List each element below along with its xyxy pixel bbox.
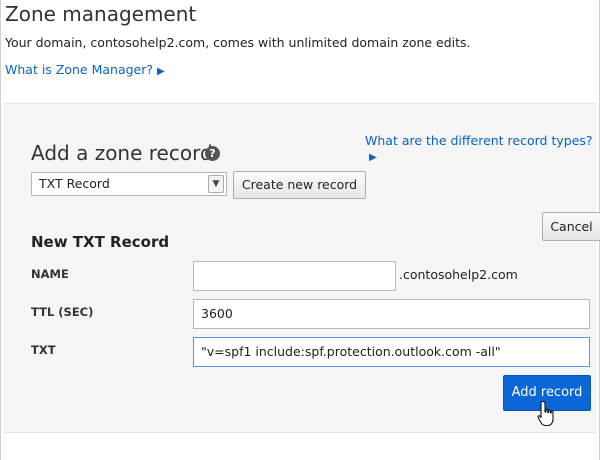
txt-value-input[interactable]: "v=spf1 include:spf.protection.outlook.c… [193, 337, 590, 367]
window-left-border [0, 0, 1, 460]
record-type-select[interactable]: TXT Record ▼ [31, 172, 227, 196]
record-types-link-text[interactable]: What are the different record types? [365, 133, 593, 148]
chevron-down-icon[interactable]: ▼ [208, 175, 224, 193]
ttl-input[interactable]: 3600 [193, 299, 590, 329]
question-circle-icon[interactable]: ? [205, 146, 220, 161]
record-types-link[interactable]: What are the different record types? ▶ [365, 133, 600, 163]
what-is-zone-manager-link[interactable]: What is Zone Manager? ▶ [5, 62, 165, 77]
ttl-label: TTL (SEC) [31, 305, 94, 319]
name-label: NAME [31, 267, 69, 281]
name-input[interactable] [193, 261, 396, 291]
cancel-button[interactable]: Cancel [542, 212, 600, 241]
page-title: Zone management [5, 2, 197, 26]
txt-label: TXT [31, 343, 56, 357]
new-txt-record-title: New TXT Record [31, 233, 170, 251]
create-new-record-button[interactable]: Create new record [233, 171, 366, 199]
zone-manager-link-text[interactable]: What is Zone Manager? [5, 62, 153, 77]
page-subtitle: Your domain, contosohelp2.com, comes wit… [5, 35, 471, 50]
triangle-right-icon: ▶ [157, 66, 165, 77]
record-type-select-value: TXT Record [39, 176, 110, 191]
add-zone-record-title: Add a zone record [31, 141, 213, 165]
triangle-right-icon: ▶ [369, 152, 377, 163]
hand-pointer-cursor-icon [537, 400, 554, 427]
domain-suffix: .contosohelp2.com [399, 267, 518, 282]
